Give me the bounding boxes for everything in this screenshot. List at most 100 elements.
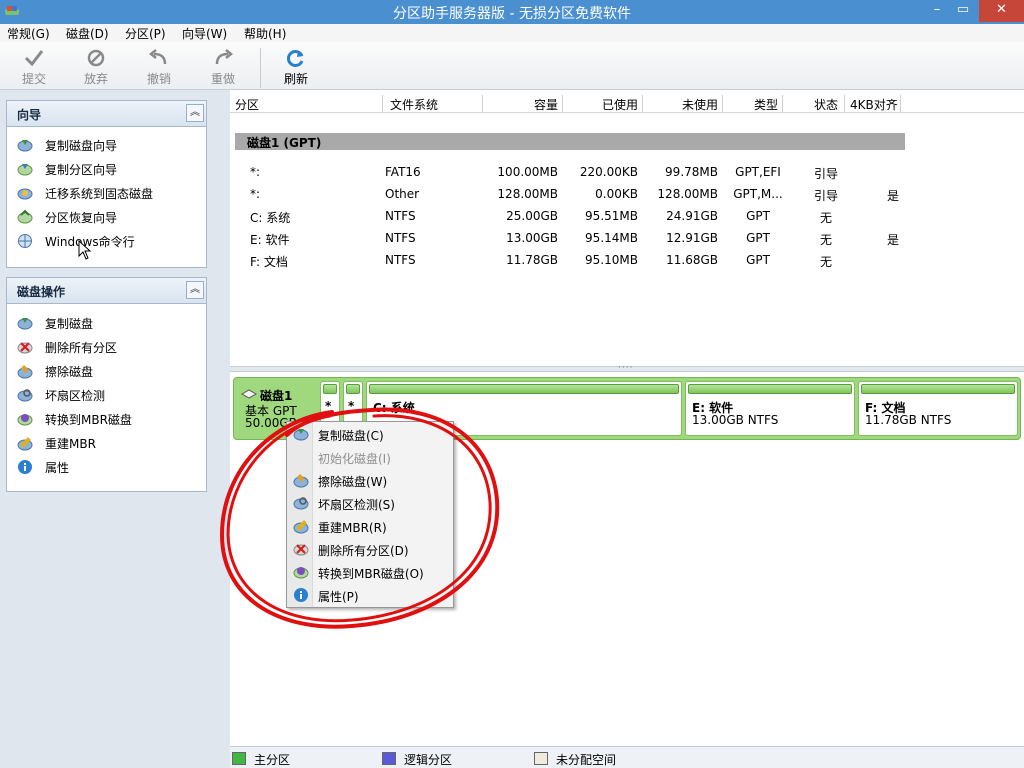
cell-unused: 99.78MB xyxy=(665,165,718,179)
info-icon xyxy=(294,588,308,602)
commit-label: 提交 xyxy=(21,72,46,86)
partition-block-f[interactable]: F: 文档 11.78GB NTFS xyxy=(858,381,1018,436)
column-divider[interactable] xyxy=(722,95,723,113)
partition-name: C: 系统 xyxy=(373,401,415,415)
column-header-unused[interactable]: 未使用 xyxy=(650,96,718,112)
partition-usage-bar xyxy=(346,384,360,394)
cell-type: GPT xyxy=(746,209,770,223)
window-title: 分区助手服务器版 - 无损分区免费软件 xyxy=(393,6,631,22)
menu-help[interactable]: 帮助(H) xyxy=(244,25,286,42)
menu-item-label: 擦除磁盘(W) xyxy=(318,475,388,489)
cell-unused: 24.91GB xyxy=(666,209,718,223)
undo-icon xyxy=(148,49,167,65)
menu-item-copy-disk[interactable]: 复制磁盘(C) xyxy=(288,423,453,445)
convert-mbr-icon xyxy=(293,567,309,579)
cell-used: 95.51MB xyxy=(585,209,638,223)
maximize-button[interactable]: ▭ xyxy=(948,0,978,22)
disk-op-label: 转换到MBR磁盘 xyxy=(45,413,132,427)
disk-operations-panel-header: 磁盘操作 ︽ xyxy=(7,278,206,304)
cell-status: 无 xyxy=(819,233,832,247)
column-header-partition[interactable]: 分区 xyxy=(235,96,259,112)
disk-op-label: 重建MBR xyxy=(45,437,96,451)
disk-icon xyxy=(240,389,258,399)
wipe-disk-icon xyxy=(17,365,33,379)
column-divider[interactable] xyxy=(562,95,563,113)
table-row[interactable]: E: 软件 NTFS 13.00GB 95.14MB 12.91GB GPT 无… xyxy=(230,229,1024,249)
legend-logical-label: 逻辑分区 xyxy=(404,753,453,767)
logical-swatch xyxy=(382,752,396,765)
column-divider[interactable] xyxy=(900,95,901,113)
cell-unused: 12.91GB xyxy=(666,231,718,245)
redo-button[interactable]: 重做 xyxy=(203,45,243,87)
column-header-status[interactable]: 状态 xyxy=(790,96,838,112)
menu-wizard[interactable]: 向导(W) xyxy=(182,25,227,42)
windows-cmd-icon xyxy=(18,234,32,248)
column-divider[interactable] xyxy=(382,95,383,113)
partition-name: * xyxy=(325,399,332,413)
column-divider[interactable] xyxy=(782,95,783,113)
menu-item-bad-sector-check[interactable]: 坏扇区检测(S) xyxy=(288,492,453,514)
wizard-item-label: 复制分区向导 xyxy=(45,163,118,177)
disk-operations-panel: 磁盘操作 ︽ 复制磁盘 删除所有分区 擦除磁盘 坏扇区检测 转换到MBR磁盘 重… xyxy=(6,277,207,492)
table-row[interactable]: *: FAT16 100.00MB 220.00KB 99.78MB GPT,E… xyxy=(230,163,1024,183)
refresh-button[interactable]: 刷新 xyxy=(276,45,316,87)
collapse-wizard-panel-button[interactable]: ︽ xyxy=(186,104,204,122)
cell-type: GPT,M... xyxy=(733,187,783,201)
column-header-type[interactable]: 类型 xyxy=(730,96,778,112)
disk-operations-panel-title: 磁盘操作 xyxy=(17,285,66,299)
copy-disk-icon xyxy=(17,140,33,152)
menu-partition[interactable]: 分区(P) xyxy=(125,25,166,42)
disk-group-header[interactable]: 磁盘1 (GPT) xyxy=(235,133,905,150)
legend-primary-label: 主分区 xyxy=(254,753,291,767)
menu-item-wipe-disk[interactable]: 擦除磁盘(W) xyxy=(288,469,453,491)
menu-item-rebuild-mbr[interactable]: 重建MBR(R) xyxy=(288,515,453,537)
delete-partitions-icon xyxy=(17,342,33,354)
disk-op-label: 擦除磁盘 xyxy=(45,365,94,379)
toolbar-separator xyxy=(260,48,261,88)
column-header-used[interactable]: 已使用 xyxy=(570,96,638,112)
partition-info: 13.00GB NTFS xyxy=(692,413,779,427)
close-button[interactable]: ✕ xyxy=(979,0,1024,22)
mouse-cursor-icon xyxy=(78,240,92,260)
cell-partition: *: xyxy=(250,187,261,201)
wizard-item-label: 迁移系统到固态磁盘 xyxy=(45,187,154,201)
collapse-disk-operations-panel-button[interactable]: ︽ xyxy=(186,281,204,299)
copy-partition-icon xyxy=(17,164,33,176)
checkmark-icon xyxy=(24,50,44,67)
undo-button[interactable]: 撤销 xyxy=(139,45,179,87)
table-row[interactable]: F: 文档 NTFS 11.78GB 95.10MB 11.68GB GPT 无 xyxy=(230,251,1024,271)
column-divider[interactable] xyxy=(482,95,483,113)
table-row[interactable]: *: Other 128.00MB 0.00KB 128.00MB GPT,M.… xyxy=(230,185,1024,205)
column-divider[interactable] xyxy=(642,95,643,113)
menu-general[interactable]: 常规(G) xyxy=(7,25,50,42)
menu-item-delete-all-partitions[interactable]: 删除所有分区(D) xyxy=(288,538,453,560)
cell-used: 220.00KB xyxy=(579,165,638,179)
menu-item-label: 复制磁盘(C) xyxy=(318,429,384,443)
menu-item-convert-mbr[interactable]: 转换到MBR磁盘(O) xyxy=(288,561,453,583)
cell-4kb-align: 是 xyxy=(886,189,899,203)
wizard-panel-header: 向导 ︽ xyxy=(7,101,206,127)
menu-disk[interactable]: 磁盘(D) xyxy=(66,25,109,42)
cell-unused: 128.00MB xyxy=(657,187,718,201)
legend-unallocated-label: 未分配空间 xyxy=(556,753,617,767)
copy-disk-icon xyxy=(293,429,309,441)
cell-partition: C: 系统 xyxy=(250,211,291,225)
column-header-capacity[interactable]: 容量 xyxy=(490,96,558,112)
partition-table: 分区 文件系统 容量 已使用 未使用 类型 状态 4KB对齐 磁盘1 (GPT)… xyxy=(230,90,1024,366)
column-divider[interactable] xyxy=(844,95,845,113)
table-row[interactable]: C: 系统 NTFS 25.00GB 95.51MB 24.91GB GPT 无 xyxy=(230,207,1024,227)
column-header-filesystem[interactable]: 文件系统 xyxy=(390,96,438,112)
title-bar: 分区助手服务器版 - 无损分区免费软件 – ▭ ✕ xyxy=(0,0,1024,24)
menu-item-initialize-disk[interactable]: 初始化磁盘(I) xyxy=(288,446,453,468)
column-header-4kb-align[interactable]: 4KB对齐 xyxy=(850,96,898,112)
copy-disk-icon xyxy=(17,318,33,330)
wizard-item-label: 分区恢复向导 xyxy=(45,211,118,225)
discard-button[interactable]: 放弃 xyxy=(76,45,116,87)
menu-item-properties[interactable]: 属性(P) xyxy=(288,584,453,606)
disk-op-label: 删除所有分区 xyxy=(45,341,118,355)
cell-4kb-align: 是 xyxy=(886,233,899,247)
partition-block-e[interactable]: E: 软件 13.00GB NTFS xyxy=(685,381,855,436)
cell-status: 引导 xyxy=(813,189,838,203)
cell-partition: E: 软件 xyxy=(250,233,290,247)
commit-button[interactable]: 提交 xyxy=(14,45,54,87)
